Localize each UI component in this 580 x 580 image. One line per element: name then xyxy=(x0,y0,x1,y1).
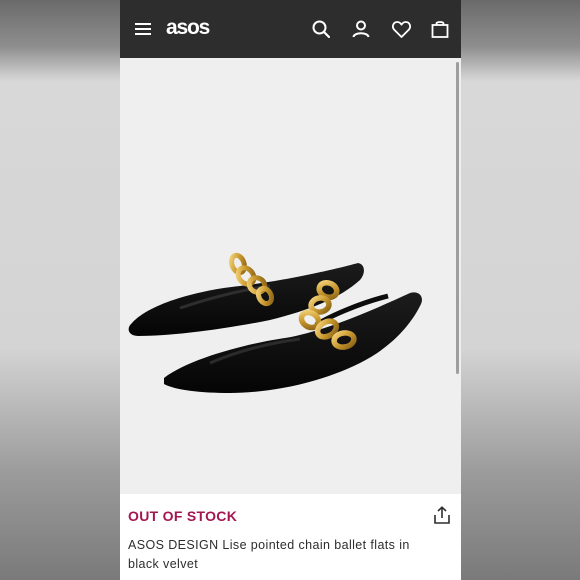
product-image xyxy=(128,252,422,393)
background-blur-left xyxy=(0,0,120,580)
search-icon[interactable] xyxy=(308,16,334,42)
app-screen: asos OUT OF STOCK ASOS DESIGN Lise point… xyxy=(120,0,461,580)
product-image-gallery[interactable] xyxy=(120,58,461,517)
background-blur-right xyxy=(460,0,580,580)
top-navigation-bar: asos xyxy=(120,0,461,58)
stock-status-label: OUT OF STOCK xyxy=(128,508,238,524)
scrollbar[interactable] xyxy=(456,62,459,374)
product-title: ASOS DESIGN Lise pointed chain ballet fl… xyxy=(128,538,410,571)
bag-icon[interactable] xyxy=(427,16,453,42)
asos-logo[interactable]: asos xyxy=(166,16,210,40)
product-info-panel: OUT OF STOCK ASOS DESIGN Lise pointed ch… xyxy=(120,494,461,580)
share-icon[interactable] xyxy=(431,504,453,526)
account-icon[interactable] xyxy=(348,16,374,42)
menu-icon[interactable] xyxy=(130,16,156,42)
heart-icon[interactable] xyxy=(388,16,414,42)
